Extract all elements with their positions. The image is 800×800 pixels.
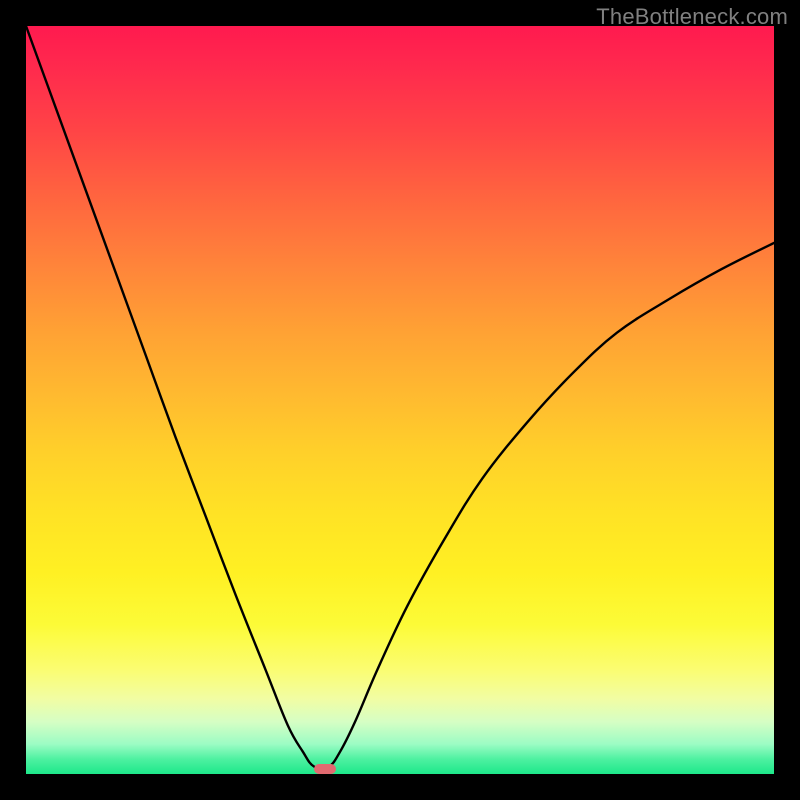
chart-stage: TheBottleneck.com <box>0 0 800 800</box>
plot-area <box>26 26 774 774</box>
watermark-text: TheBottleneck.com <box>596 4 788 30</box>
curve-svg <box>26 26 774 774</box>
minimum-marker <box>314 764 336 774</box>
bottleneck-curve <box>26 26 774 769</box>
